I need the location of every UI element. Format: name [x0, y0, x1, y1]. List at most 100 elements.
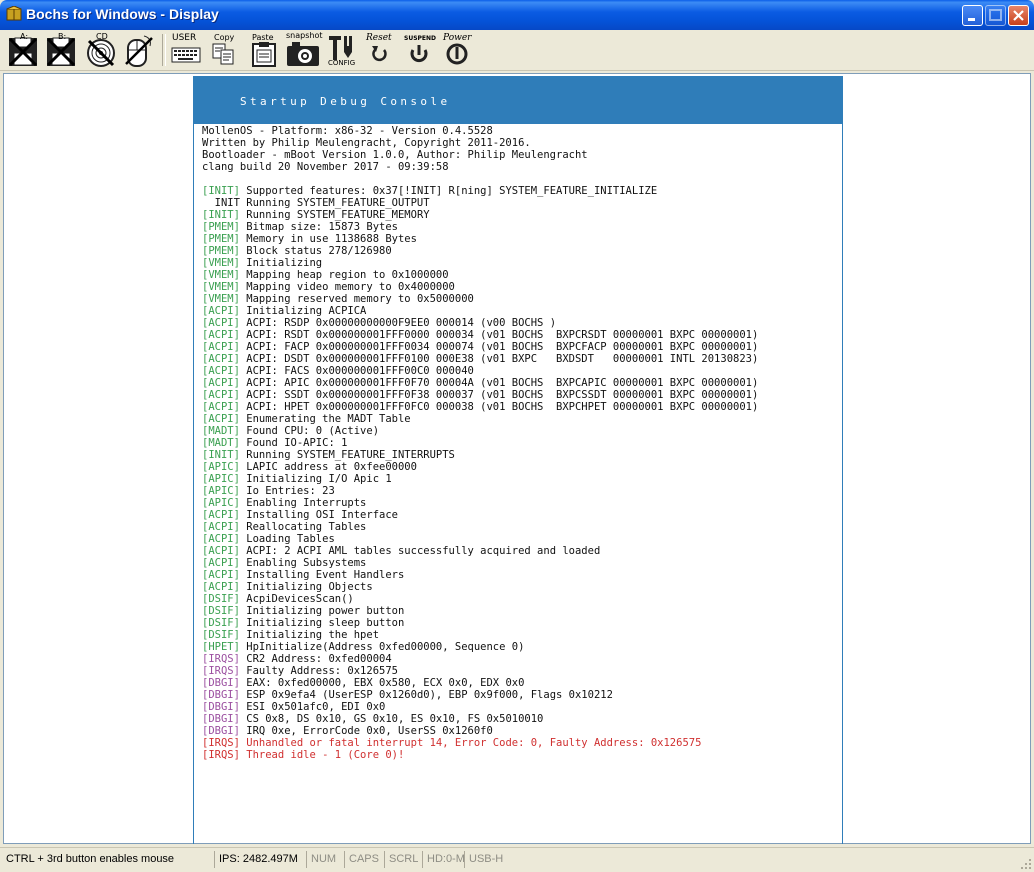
log-tag: [DSIF]: [202, 629, 240, 641]
log-text: Bitmap size: 15873 Bytes: [239, 221, 398, 233]
log-tag: [VMEM]: [202, 257, 240, 269]
title-bar[interactable]: Bochs for Windows - Display: [0, 0, 1034, 30]
bochs-app-icon: [6, 6, 22, 21]
log-text: Initializing sleep button: [239, 617, 405, 629]
log-text: ACPI: RSDP 0x00000000000F9EE0 000014 (v0…: [239, 317, 557, 329]
log-text: Initializing Objects: [239, 581, 373, 593]
log-tag: [INIT]: [202, 449, 240, 461]
console-log: MollenOS - Platform: x86-32 - Version 0.…: [202, 125, 758, 761]
log-tag: [HPET]: [202, 641, 240, 653]
paste-icon: [252, 42, 276, 67]
log-tag: [ACPI]: [202, 401, 240, 413]
log-line: [PMEM] Block status 278/126980: [202, 245, 758, 257]
log-text: Mapping reserved memory to 0x5000000: [239, 293, 474, 305]
log-line: Bootloader - mBoot Version 1.0.0, Author…: [202, 149, 758, 161]
log-line: [DBGI] IRQ 0xe, ErrorCode 0x0, UserSS 0x…: [202, 725, 758, 737]
close-icon: [1013, 10, 1024, 21]
close-button[interactable]: [1008, 5, 1029, 26]
log-text: Running SYSTEM_FEATURE_INTERRUPTS: [239, 449, 455, 461]
log-tag: [PMEM]: [202, 233, 240, 245]
log-text: Initializing power button: [239, 605, 405, 617]
log-tag: [ACPI]: [202, 377, 240, 389]
snapshot-button[interactable]: snapshot: [284, 31, 324, 68]
log-text: Mapping heap region to 0x1000000: [239, 269, 449, 281]
log-tag: [DBGI]: [202, 725, 240, 737]
power-icon: [446, 43, 468, 65]
log-text: Initializing I/O Apic 1: [239, 473, 392, 485]
log-text: ACPI: FACS 0x000000001FFF00C0 000040: [239, 365, 474, 377]
log-tag: [INIT]: [202, 209, 240, 221]
cdrom-button[interactable]: CD: [84, 32, 118, 68]
log-tag: [ACPI]: [202, 521, 240, 533]
log-line: [ACPI] ACPI: DSDT 0x000000001FFF0100 000…: [202, 353, 758, 365]
reset-icon: [372, 46, 387, 62]
log-line: [ACPI] Initializing ACPICA: [202, 305, 758, 317]
log-line: [DSIF] Initializing the hpet: [202, 629, 758, 641]
log-text: INIT Running SYSTEM_FEATURE_OUTPUT: [202, 197, 430, 209]
log-line: [DBGI] ESI 0x501afc0, EDI 0x0: [202, 701, 758, 713]
log-line: [ACPI] ACPI: FACP 0x000000001FFF0034 000…: [202, 341, 758, 353]
log-text: Supported features: 0x37[!INIT] R[ning] …: [239, 185, 658, 197]
log-line: Written by Philip Meulengracht, Copyrigh…: [202, 137, 758, 149]
log-text: CS 0x8, DS 0x10, GS 0x10, ES 0x10, FS 0x…: [239, 713, 544, 725]
log-tag: [ACPI]: [202, 557, 240, 569]
log-line: [DSIF] AcpiDevicesScan(): [202, 593, 758, 605]
log-tag: [ACPI]: [202, 413, 240, 425]
paste-button[interactable]: Paste: [248, 32, 280, 68]
log-line: [IRQS] Thread idle - 1 (Core 0)!: [202, 749, 758, 761]
log-line: [202, 173, 758, 185]
log-text: clang build 20 November 2017 - 09:39:58: [202, 161, 449, 173]
log-line: [ACPI] Reallocating Tables: [202, 521, 758, 533]
log-tag: [ACPI]: [202, 365, 240, 377]
log-line: [ACPI] Enabling Subsystems: [202, 557, 758, 569]
log-text: ACPI: FACP 0x000000001FFF0034 000074 (v0…: [239, 341, 759, 353]
user-key-button[interactable]: USER: [170, 32, 204, 68]
log-text: Reallocating Tables: [239, 521, 367, 533]
log-line: [ACPI] Installing Event Handlers: [202, 569, 758, 581]
reset-button[interactable]: Reset: [364, 32, 398, 68]
console-title: Startup Debug Console: [240, 95, 451, 108]
log-line: [ACPI] Enumerating the MADT Table: [202, 413, 758, 425]
suspend-button[interactable]: SUSPEND: [402, 32, 438, 68]
floppy-a-button[interactable]: A:: [6, 32, 40, 68]
log-line: [DSIF] Initializing power button: [202, 605, 758, 617]
log-text: Enabling Subsystems: [239, 557, 367, 569]
log-tag: [DSIF]: [202, 605, 240, 617]
log-text: Found IO-APIC: 1: [239, 437, 348, 449]
log-line: INIT Running SYSTEM_FEATURE_OUTPUT: [202, 197, 758, 209]
log-tag: [IRQS]: [202, 737, 240, 749]
copy-button[interactable]: Copy: [210, 32, 240, 68]
log-line: [PMEM] Bitmap size: 15873 Bytes: [202, 221, 758, 233]
log-tag: [APIC]: [202, 485, 240, 497]
status-ips: IPS: 2482.497M: [214, 851, 306, 868]
toolbar-separator: [162, 34, 166, 66]
floppy-b-button[interactable]: B:: [44, 32, 78, 68]
window-title: Bochs for Windows - Display: [26, 6, 219, 22]
minimize-button[interactable]: [962, 5, 983, 26]
mouse-capture-button[interactable]: [122, 32, 156, 68]
suspend-icon: [410, 45, 428, 63]
power-button[interactable]: Power: [442, 32, 476, 68]
status-num: NUM: [306, 851, 344, 868]
log-text: Faulty Address: 0x126575: [239, 665, 398, 677]
log-tag: [DBGI]: [202, 713, 240, 725]
log-tag: [DBGI]: [202, 701, 240, 713]
config-button[interactable]: CONFIG: [326, 32, 360, 68]
log-text: Io Entries: 23: [239, 485, 335, 497]
log-text: ACPI: DSDT 0x000000001FFF0100 000E38 (v0…: [239, 353, 759, 365]
resize-grip-icon[interactable]: [1020, 858, 1032, 870]
log-tag: [ACPI]: [202, 581, 240, 593]
camera-icon: [287, 42, 319, 66]
emulator-display[interactable]: Startup Debug Console MollenOS - Platfor…: [3, 73, 1031, 844]
status-caps: CAPS: [344, 851, 384, 868]
log-tag: [ACPI]: [202, 353, 240, 365]
log-tag: [IRQS]: [202, 749, 240, 761]
log-text: ACPI: RSDT 0x000000001FFF0000 000034 (v0…: [239, 329, 759, 341]
log-text: ACPI: SSDT 0x000000001FFF0F38 000037 (v0…: [239, 389, 759, 401]
floppy-b-label: B:: [58, 32, 67, 41]
maximize-button[interactable]: [985, 5, 1006, 26]
log-line: [ACPI] Loading Tables: [202, 533, 758, 545]
status-scrl: SCRL: [384, 851, 422, 868]
log-line: [INIT] Running SYSTEM_FEATURE_MEMORY: [202, 209, 758, 221]
log-line: [HPET] HpInitialize(Address 0xfed00000, …: [202, 641, 758, 653]
